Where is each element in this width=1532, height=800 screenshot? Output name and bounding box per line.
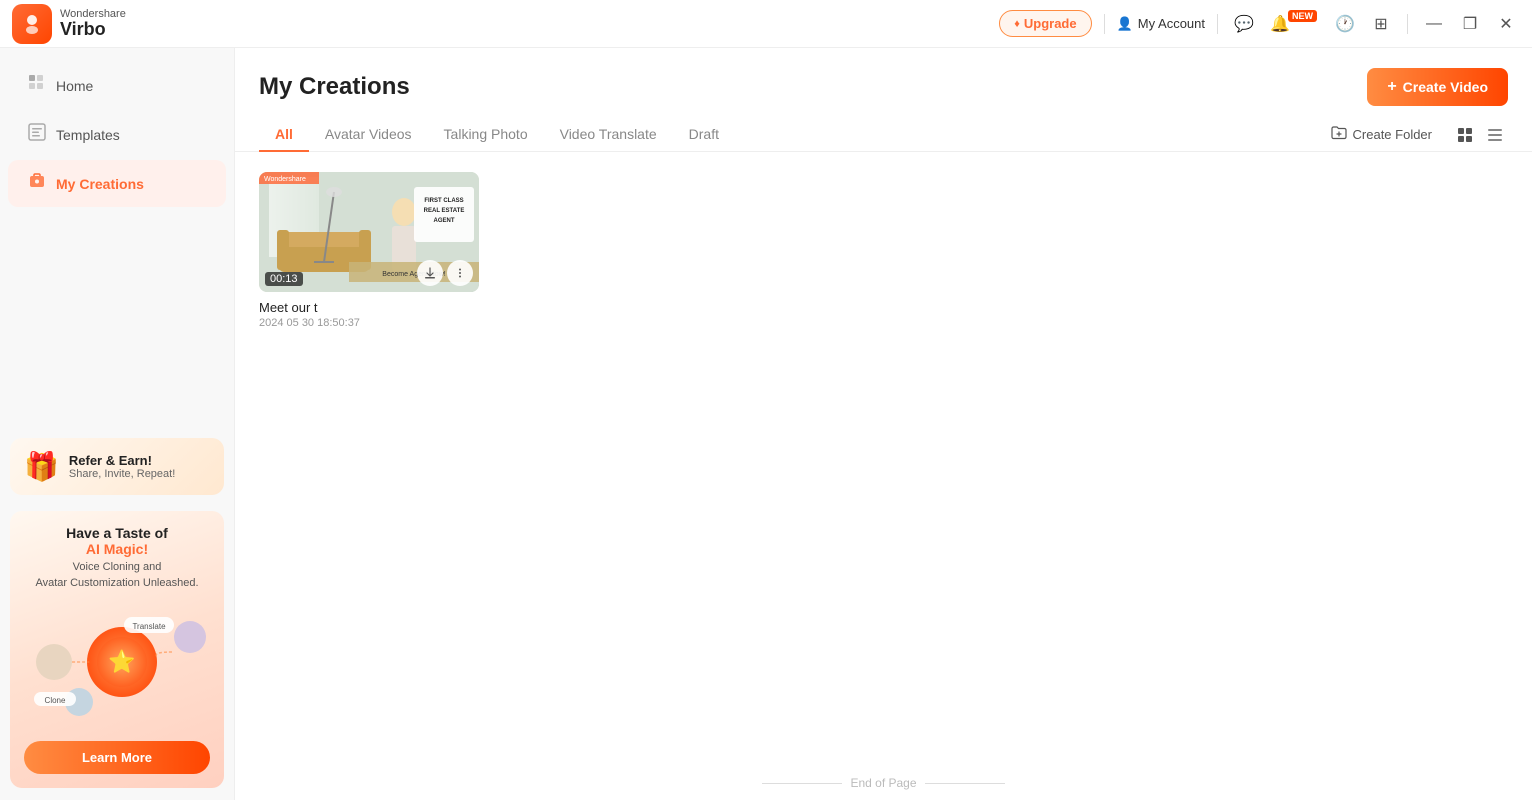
ai-banner-highlight: AI Magic! — [86, 541, 148, 557]
refer-icon: 🎁 — [24, 450, 59, 483]
learn-more-button[interactable]: Learn More — [24, 741, 210, 774]
video-info: Meet our t 2024 05 30 18:50:37 — [259, 292, 479, 329]
refer-earn-banner[interactable]: 🎁 Refer & Earn! Share, Invite, Repeat! — [10, 438, 224, 495]
end-of-page: End of Page — [235, 766, 1532, 800]
restore-button[interactable]: ❐ — [1456, 10, 1484, 38]
video-name: Meet our t — [259, 300, 479, 315]
separator-3 — [1407, 14, 1408, 34]
main-layout: Home Templates — [0, 48, 1532, 800]
ai-banner-subtitle2: Avatar Customization Unleashed. — [24, 577, 210, 589]
svg-text:FIRST CLASS: FIRST CLASS — [424, 198, 463, 204]
close-button[interactable]: ✕ — [1492, 10, 1520, 38]
sidebar-item-templates[interactable]: Templates — [8, 111, 226, 158]
tabs-row: All Avatar Videos Talking Photo Video Tr… — [235, 106, 1532, 152]
new-badge: NEW — [1288, 10, 1317, 22]
templates-icon — [28, 123, 46, 146]
refer-text: Refer & Earn! Share, Invite, Repeat! — [69, 453, 175, 480]
create-folder-button[interactable]: Create Folder — [1323, 121, 1440, 148]
titlebar: Wondershare Virbo Upgrade 👤 My Account 💬… — [0, 0, 1532, 48]
refer-title: Refer & Earn! — [69, 453, 175, 468]
history-icon-button[interactable]: 🕐 — [1331, 10, 1359, 38]
refer-subtitle: Share, Invite, Repeat! — [69, 468, 175, 480]
svg-text:Wondershare: Wondershare — [264, 176, 306, 183]
video-duration: 00:13 — [265, 272, 303, 286]
create-folder-label: Create Folder — [1353, 127, 1432, 142]
sidebar-item-home[interactable]: Home — [8, 62, 226, 109]
tab-talking-photo[interactable]: Talking Photo — [428, 118, 544, 152]
my-account-button[interactable]: 👤 My Account — [1117, 16, 1205, 32]
tabs: All Avatar Videos Talking Photo Video Tr… — [259, 118, 735, 151]
video-card-actions — [417, 260, 473, 286]
content-header: My Creations Create Video — [235, 48, 1532, 106]
ai-banner-subtitle1: Voice Cloning and — [24, 561, 210, 573]
my-creations-icon — [28, 172, 46, 195]
app-logo-icon — [12, 4, 52, 44]
page-title: My Creations — [259, 73, 410, 101]
list-view-button[interactable] — [1482, 122, 1508, 148]
video-date: 2024 05 30 18:50:37 — [259, 317, 479, 329]
home-icon — [28, 74, 46, 97]
end-line-right — [925, 783, 1005, 784]
logo-appname: Virbo — [60, 20, 126, 40]
separator-2 — [1217, 14, 1218, 34]
my-account-label: My Account — [1138, 16, 1205, 31]
titlebar-right: Upgrade 👤 My Account 💬 🔔 NEW 🕐 ⊞ — ❐ ✕ — [999, 10, 1520, 38]
svg-text:REAL ESTATE: REAL ESTATE — [424, 208, 465, 214]
sidebar-my-creations-label: My Creations — [56, 176, 144, 192]
end-of-page-label: End of Page — [850, 776, 916, 790]
tab-avatar-videos[interactable]: Avatar Videos — [309, 118, 428, 152]
svg-text:Clone: Clone — [45, 696, 66, 705]
sidebar-templates-label: Templates — [56, 127, 120, 143]
chat-icon-button[interactable]: 💬 — [1230, 10, 1258, 38]
create-video-button[interactable]: Create Video — [1367, 68, 1508, 106]
video-thumbnail: FIRST CLASS REAL ESTATE AGENT Become Age… — [259, 172, 479, 292]
notification-container: 🔔 NEW — [1266, 10, 1323, 38]
view-toggle — [1452, 122, 1508, 148]
tab-draft[interactable]: Draft — [673, 118, 735, 152]
svg-text:⭐: ⭐ — [108, 649, 135, 674]
tab-video-translate[interactable]: Video Translate — [544, 118, 673, 152]
sidebar: Home Templates — [0, 48, 235, 800]
titlebar-left: Wondershare Virbo — [12, 4, 126, 44]
grid-view-button[interactable] — [1452, 122, 1478, 148]
ai-banner-visual: ⭐ 👤 👤 👤 Trans — [24, 597, 210, 727]
more-options-button[interactable] — [447, 260, 473, 286]
video-grid: FIRST CLASS REAL ESTATE AGENT Become Age… — [235, 152, 1532, 766]
tab-all[interactable]: All — [259, 118, 309, 152]
separator-1 — [1104, 14, 1105, 34]
ai-magic-banner[interactable]: Have a Taste of AI Magic! Voice Cloning … — [10, 511, 224, 788]
grid-icon-button[interactable]: ⊞ — [1367, 10, 1395, 38]
sidebar-item-my-creations[interactable]: My Creations — [8, 160, 226, 207]
sidebar-nav: Home Templates — [0, 48, 234, 430]
video-card[interactable]: FIRST CLASS REAL ESTATE AGENT Become Age… — [259, 172, 479, 329]
folder-icon — [1331, 125, 1347, 144]
content-area: My Creations Create Video All Avatar Vid… — [235, 48, 1532, 800]
sidebar-home-label: Home — [56, 78, 93, 94]
end-line-left — [762, 783, 842, 784]
logo-company: Wondershare — [60, 8, 126, 20]
download-button[interactable] — [417, 260, 443, 286]
svg-text:AGENT: AGENT — [434, 218, 455, 224]
svg-text:Translate: Translate — [132, 622, 166, 631]
tabs-actions: Create Folder — [1323, 121, 1508, 148]
minimize-button[interactable]: — — [1420, 10, 1448, 38]
ai-banner-title: Have a Taste of AI Magic! — [24, 525, 210, 557]
person-icon: 👤 — [1117, 16, 1133, 32]
upgrade-button[interactable]: Upgrade — [999, 10, 1091, 37]
logo-text: Wondershare Virbo — [60, 8, 126, 40]
